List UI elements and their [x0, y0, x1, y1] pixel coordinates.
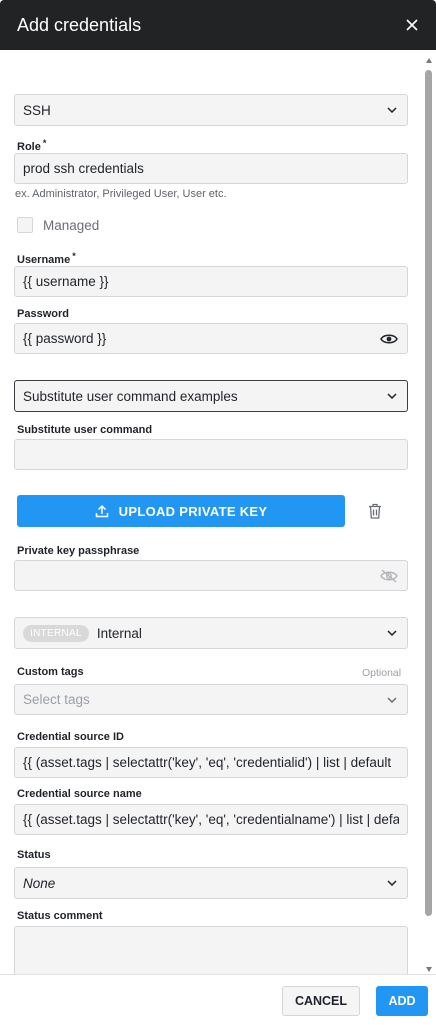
chevron-down-icon: [385, 693, 399, 707]
dialog-body[interactable]: SSH Role * prod ssh credentials ex. Admin…: [0, 50, 422, 974]
custom-tags-label: Custom tags: [17, 666, 84, 678]
password-input[interactable]: {{ password }}: [14, 323, 408, 354]
trash-icon[interactable]: [366, 502, 384, 520]
upload-icon: [95, 504, 109, 518]
password-label: Password: [17, 308, 69, 320]
scroll-up-arrow-icon[interactable]: [426, 58, 432, 63]
role-hint: ex. Administrator, Privileged User, User…: [15, 188, 227, 200]
custom-tags-optional: Optional: [362, 667, 402, 679]
status-select[interactable]: None: [14, 867, 408, 899]
eye-icon: [380, 334, 398, 343]
role-label: Role *: [17, 138, 47, 153]
scrollbar[interactable]: [424, 58, 434, 972]
close-icon: [406, 19, 418, 31]
show-password-button[interactable]: [379, 331, 399, 347]
role-input[interactable]: prod ssh credentials: [14, 153, 408, 184]
chevron-down-icon: [385, 626, 399, 640]
passphrase-input[interactable]: [14, 560, 408, 591]
source-id-input[interactable]: {{ (asset.tags | selectattr('key', 'eq',…: [14, 747, 408, 778]
eye-off-icon: [380, 568, 398, 583]
cancel-button[interactable]: CANCEL: [282, 986, 360, 1016]
dialog-header: Add credentials: [0, 0, 436, 50]
credential-type-value: SSH: [23, 102, 51, 118]
su-examples-select[interactable]: Substitute user command examples: [14, 380, 408, 412]
managed-label: Managed: [43, 217, 100, 233]
managed-checkbox[interactable]: [17, 217, 33, 233]
chevron-down-icon: [385, 103, 399, 117]
upload-private-key-button[interactable]: UPLOAD PRIVATE KEY: [17, 495, 345, 527]
add-button[interactable]: ADD: [376, 986, 428, 1016]
scroll-down-arrow-icon[interactable]: [426, 967, 432, 972]
hide-passphrase-button[interactable]: [379, 568, 399, 584]
source-name-label: Credential source name: [17, 788, 142, 800]
managed-row: Managed: [17, 217, 99, 233]
username-input[interactable]: {{ username }}: [14, 266, 408, 297]
dialog-title: Add credentials: [17, 14, 142, 35]
chevron-down-icon: [385, 389, 399, 403]
passphrase-label: Private key passphrase: [17, 545, 140, 557]
chevron-down-icon: [385, 876, 399, 890]
status-label: Status: [17, 849, 51, 861]
source-id-label: Credential source ID: [17, 731, 124, 743]
close-button[interactable]: [400, 13, 424, 37]
status-comment-textarea[interactable]: [14, 926, 408, 974]
vault-badge: INTERNAL: [23, 624, 89, 642]
username-label: Username *: [17, 251, 76, 266]
status-comment-label: Status comment: [17, 910, 103, 922]
credential-type-select[interactable]: SSH: [14, 94, 408, 126]
custom-tags-select[interactable]: Select tags: [14, 684, 408, 715]
su-command-input[interactable]: [14, 439, 408, 470]
vault-select[interactable]: INTERNAL Internal: [14, 617, 408, 649]
scrollbar-thumb[interactable]: [425, 70, 432, 916]
dialog-footer: CANCEL ADD: [0, 974, 436, 1025]
source-name-input[interactable]: {{ (asset.tags | selectattr('key', 'eq',…: [14, 804, 408, 835]
su-command-label: Substitute user command: [17, 424, 153, 436]
